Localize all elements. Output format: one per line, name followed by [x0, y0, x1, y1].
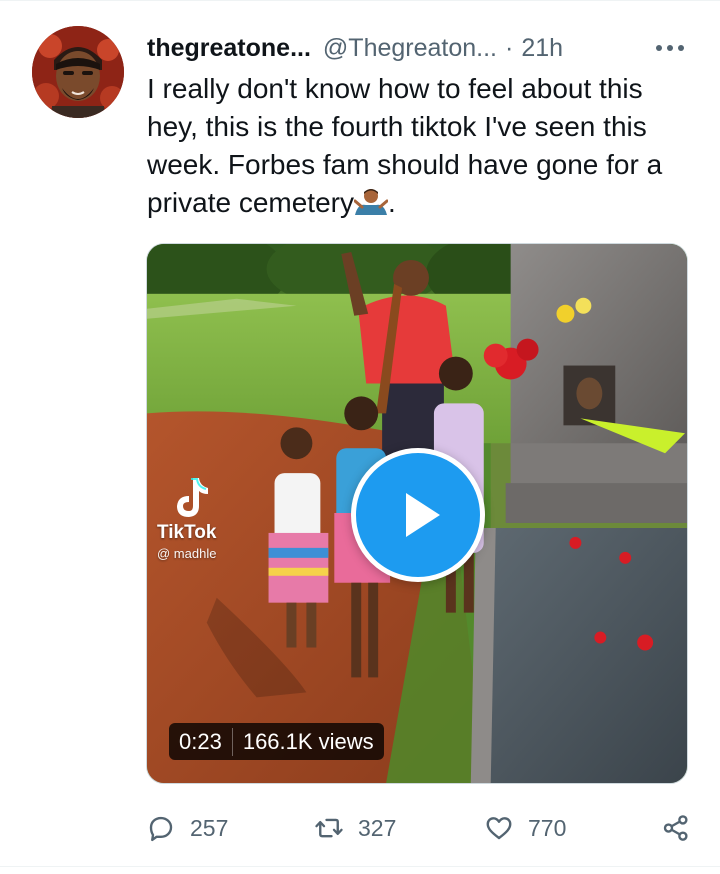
tweet-body: I really don't know how to feel about th… — [147, 73, 663, 218]
more-icon — [656, 45, 684, 51]
bottom-divider — [0, 866, 720, 867]
video-duration: 0:23 — [179, 728, 222, 754]
play-button[interactable] — [351, 448, 485, 582]
tweet-body-end: . — [387, 187, 396, 218]
avatar[interactable] — [32, 26, 124, 118]
avatar-illustration — [32, 26, 124, 118]
play-icon — [406, 493, 440, 537]
separator-dot: · — [505, 33, 514, 62]
timestamp[interactable]: 21h — [521, 34, 563, 63]
tiktok-watermark-name: TikTok — [157, 522, 217, 543]
tiktok-watermark-user: @ madhle — [157, 546, 217, 561]
like-count: 770 — [528, 814, 567, 841]
tweet-actions: 257 327 770 — [146, 806, 691, 850]
tiktok-logo-icon — [177, 478, 208, 517]
video-views: 166.1K views — [242, 728, 374, 754]
retweet-count: 327 — [358, 814, 397, 841]
reply-icon — [149, 816, 173, 842]
man-shrugging-emoji-icon — [353, 187, 389, 217]
tiktok-watermark: TikTok @ madhle — [157, 476, 216, 561]
top-divider — [0, 0, 720, 1]
reply-count: 257 — [190, 814, 229, 841]
share-button[interactable] — [661, 813, 691, 843]
retweet-button[interactable]: 327 — [314, 813, 396, 843]
share-icon — [663, 815, 688, 841]
video-meta-badge: 0:23 166.1K views — [169, 723, 384, 760]
video-player[interactable]: TikTok @ madhle 0:23 166.1K views — [146, 243, 688, 784]
like-button[interactable]: 770 — [484, 813, 566, 843]
user-handle[interactable]: @Thegreaton... — [323, 34, 497, 63]
retweet-icon — [315, 818, 343, 838]
display-name[interactable]: thegreatone... — [147, 34, 311, 63]
more-options-button[interactable] — [650, 30, 690, 66]
meta-separator — [231, 727, 233, 756]
reply-button[interactable]: 257 — [146, 813, 228, 843]
tweet-text: I really don't know how to feel about th… — [147, 70, 692, 222]
tweet-header: thegreatone... @Thegreaton... · 21h — [147, 30, 690, 66]
heart-icon — [486, 817, 512, 840]
